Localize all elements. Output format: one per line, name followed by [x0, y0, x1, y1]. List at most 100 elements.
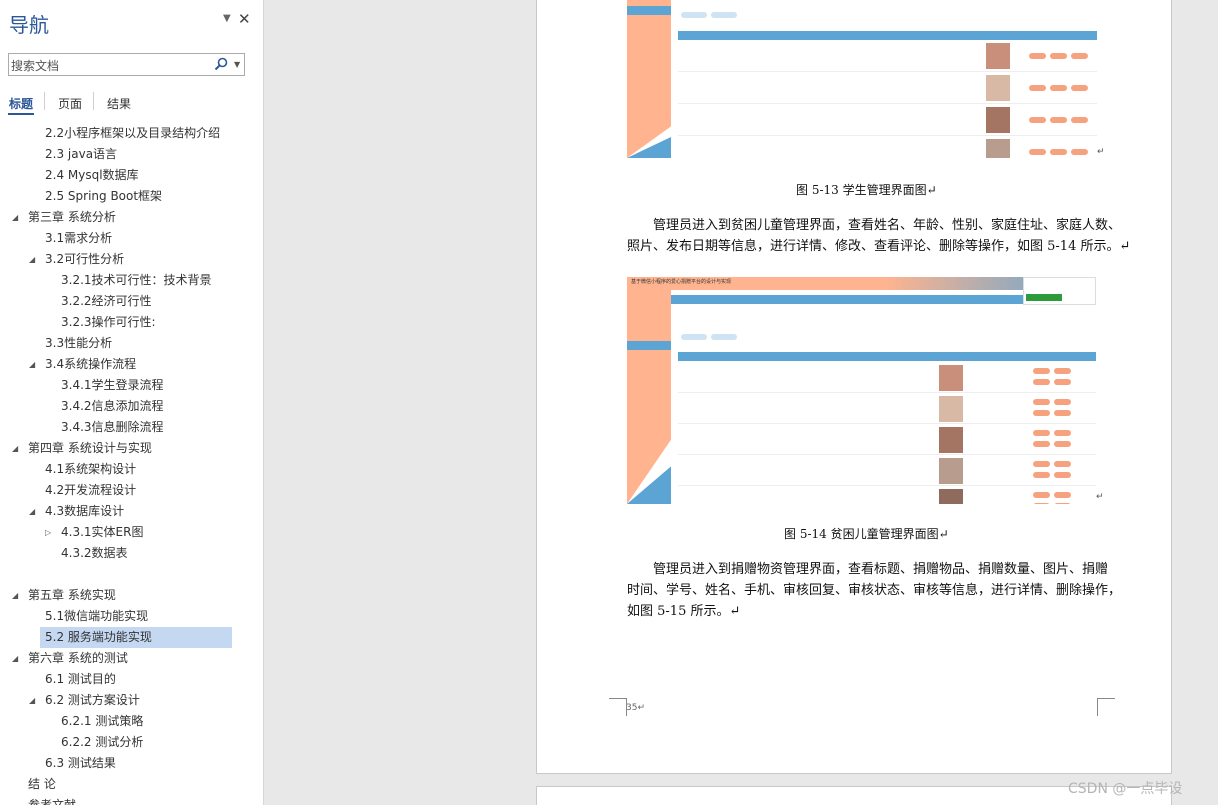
figure-image-student-management: [627, 0, 1097, 158]
nav-heading-item[interactable]: 6.3 测试结果: [45, 753, 116, 774]
nav-heading-item[interactable]: 3.2可行性分析: [45, 249, 124, 270]
mini-action-button: [1054, 503, 1071, 504]
tab-results[interactable]: 结果: [107, 95, 131, 112]
close-icon[interactable]: ✕: [238, 10, 251, 28]
nav-heading-item[interactable]: 4.1系统架构设计: [45, 459, 136, 480]
paragraph-2-line-3: 如图 5-15 所示。↵: [627, 604, 741, 619]
mini-app-title: 基于微信小程序的爱心捐赠平台的设计与实现: [631, 279, 732, 285]
search-field[interactable]: 搜索文档 ▼: [8, 53, 245, 76]
page-number: 35↵: [626, 703, 645, 713]
nav-heading-item[interactable]: 结 论: [28, 774, 56, 795]
nav-heading-item[interactable]: 3.1需求分析: [45, 228, 112, 249]
nav-heading-item[interactable]: 参考文献: [28, 795, 76, 805]
search-icon[interactable]: [214, 57, 228, 71]
search-options-icon[interactable]: ▼: [234, 60, 240, 69]
tab-divider: [93, 92, 94, 110]
mini-action-button: [1033, 503, 1050, 504]
mini-action-button: [1033, 472, 1050, 478]
nav-heading-item[interactable]: 2.4 Mysql数据库: [45, 165, 139, 186]
tab-pages[interactable]: 页面: [58, 95, 82, 112]
mini-dialog-confirm: [1026, 294, 1062, 301]
mini-photo: [986, 43, 1010, 69]
nav-heading-item[interactable]: 3.4.2信息添加流程: [61, 396, 164, 417]
collapse-toggle-icon[interactable]: ◢: [29, 696, 35, 705]
collapse-toggle-icon[interactable]: ◢: [29, 507, 35, 516]
nav-heading-item[interactable]: 4.2开发流程设计: [45, 480, 136, 501]
nav-heading-item[interactable]: 3.3性能分析: [45, 333, 112, 354]
mini-sidebar-active: [627, 6, 671, 15]
expand-toggle-icon[interactable]: ▷: [45, 528, 51, 537]
navigation-pane: 导航 ▼ ✕ 搜索文档 ▼ 标题 页面 结果 2.2小程序框架以及目录结构介绍 2…: [0, 0, 264, 805]
collapse-toggle-icon[interactable]: ◢: [29, 255, 35, 264]
nav-heading-item[interactable]: 2.5 Spring Boot框架: [45, 186, 162, 207]
collapse-toggle-icon[interactable]: ◢: [12, 654, 18, 663]
mini-action-button: [1054, 368, 1071, 374]
collapse-toggle-icon[interactable]: ◢: [12, 591, 18, 600]
nav-heading-item[interactable]: 4.3.2数据表: [61, 543, 128, 564]
collapse-toggle-icon[interactable]: ◢: [12, 444, 18, 453]
nav-heading-item[interactable]: 3.4系统操作流程: [45, 354, 136, 375]
nav-heading-item[interactable]: 2.3 java语言: [45, 144, 117, 165]
mini-action-button: [1054, 430, 1071, 436]
nav-heading-item[interactable]: 6.2 测试方案设计: [45, 690, 140, 711]
nav-heading-item[interactable]: 第六章 系统的测试: [28, 648, 128, 669]
nav-heading-item[interactable]: 第三章 系统分析: [28, 207, 116, 228]
nav-heading-item[interactable]: 4.3数据库设计: [45, 501, 124, 522]
nav-heading-item[interactable]: 第四章 系统设计与实现: [28, 438, 152, 459]
mini-action-button: [1033, 430, 1050, 436]
mini-add-button: [681, 12, 707, 18]
mini-action-button: [1033, 461, 1050, 467]
nav-heading-item[interactable]: 第五章 系统实现: [28, 585, 116, 606]
crop-mark-right: [1097, 698, 1115, 716]
paragraph-mark: ↵: [1097, 147, 1105, 157]
mini-table-header: [678, 352, 1096, 361]
nav-heading-item[interactable]: 6.2.2 测试分析: [61, 732, 143, 753]
mini-action-button: [1033, 368, 1050, 374]
mini-action-button: [1033, 399, 1050, 405]
watermark: CSDN @一点毕设: [1068, 781, 1183, 797]
mini-photo: [939, 427, 963, 453]
mini-action-button: [1071, 53, 1088, 59]
mini-action-button: [1029, 117, 1046, 123]
nav-heading-item[interactable]: 3.4.1学生登录流程: [61, 375, 164, 396]
nav-heading-item[interactable]: 3.2.2经济可行性: [61, 291, 152, 312]
mini-action-button: [1050, 85, 1067, 91]
paragraph-mark: ↵: [1096, 492, 1104, 502]
mini-delete-button: [711, 12, 737, 18]
tab-headings[interactable]: 标题: [9, 95, 33, 112]
collapse-toggle-icon[interactable]: ◢: [29, 360, 35, 369]
mini-action-button: [1054, 461, 1071, 467]
mini-photo: [986, 107, 1010, 133]
mini-action-button: [1033, 492, 1050, 498]
mini-table-header: [678, 31, 1097, 40]
mini-action-button: [1054, 379, 1071, 385]
mini-photo: [939, 365, 963, 391]
mini-action-button: [1071, 85, 1088, 91]
collapse-toggle-icon[interactable]: ◢: [12, 213, 18, 222]
tab-active-indicator: [8, 113, 34, 115]
mini-action-button: [1071, 117, 1088, 123]
mini-action-button: [1054, 410, 1071, 416]
nav-heading-item[interactable]: 6.2.1 测试策略: [61, 711, 143, 732]
paragraph-2-line-2: 时间、学号、姓名、手机、审核回复、审核状态、审核等信息，进行详情、删除操作，: [627, 583, 1122, 598]
mini-action-button: [1033, 441, 1050, 447]
mini-action-button: [1054, 492, 1071, 498]
nav-heading-item[interactable]: 5.2 服务端功能实现: [45, 627, 152, 648]
nav-heading-item[interactable]: 2.2小程序框架以及目录结构介绍: [45, 123, 220, 144]
nav-heading-item[interactable]: 3.2.3操作可行性:: [61, 312, 156, 333]
nav-heading-item[interactable]: 5.1微信端功能实现: [45, 606, 148, 627]
search-input[interactable]: 搜索文档: [11, 57, 59, 74]
mini-photo: [939, 489, 963, 504]
nav-options-icon[interactable]: ▼: [223, 13, 231, 24]
mini-action-button: [1050, 117, 1067, 123]
mini-action-button: [1029, 85, 1046, 91]
mini-action-button: [1029, 149, 1046, 155]
paragraph-1-line-2: 照片、发布日期等信息，进行详情、修改、查看评论、删除等操作，如图 5-14 所示…: [627, 239, 1131, 254]
nav-heading-item[interactable]: 3.4.3信息删除流程: [61, 417, 164, 438]
crop-mark-left: [609, 698, 627, 716]
nav-heading-item[interactable]: 6.1 测试目的: [45, 669, 116, 690]
nav-heading-item[interactable]: 4.3.1实体ER图: [61, 522, 143, 543]
mini-photo: [986, 139, 1010, 158]
nav-heading-item[interactable]: 3.2.1技术可行性：技术背景: [61, 270, 212, 291]
paragraph-2-line-1: 管理员进入到捐赠物资管理界面，查看标题、捐赠物品、捐赠数量、图片、捐赠: [653, 562, 1109, 577]
